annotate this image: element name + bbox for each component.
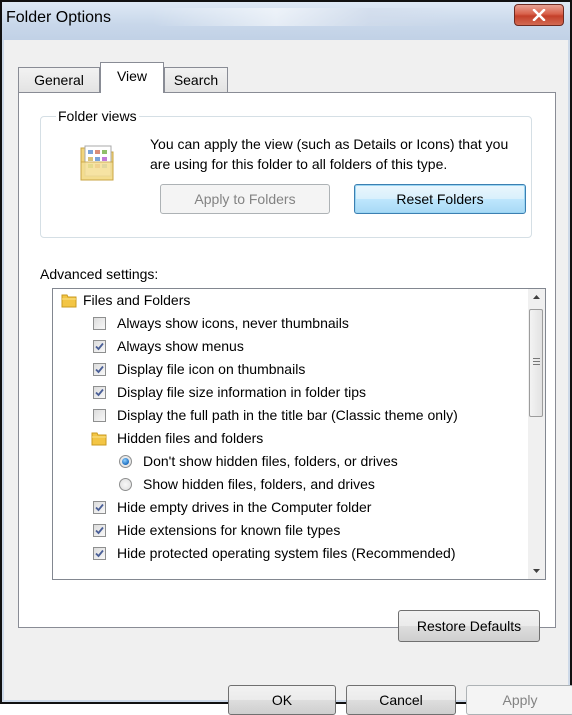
checkbox-display-file-icon[interactable]	[93, 363, 106, 376]
tab-general[interactable]: General	[18, 67, 100, 92]
checkmark-icon	[95, 549, 104, 558]
title-bar-glass	[152, 8, 462, 26]
scroll-down-arrow-icon[interactable]	[528, 562, 545, 579]
apply-to-folders-button[interactable]: Apply to Folders	[160, 184, 330, 214]
tab-search-label: Search	[173, 72, 219, 88]
apply-button[interactable]: Apply	[466, 685, 572, 715]
restore-defaults-button[interactable]: Restore Defaults	[398, 610, 540, 642]
cancel-button[interactable]: Cancel	[346, 685, 456, 715]
tab-view-label: View	[116, 68, 148, 84]
advanced-settings-label: Advanced settings:	[40, 266, 159, 282]
tab-view[interactable]: View	[100, 62, 164, 93]
checkmark-icon	[95, 342, 104, 351]
tab-general-label: General	[34, 72, 84, 88]
scrollbar-grip-icon	[533, 358, 540, 367]
checkmark-icon	[95, 503, 104, 512]
dialog-body: General View Search Folder views You can…	[4, 40, 572, 715]
checkbox-always-show-icons[interactable]	[93, 317, 106, 330]
checkbox-display-full-path[interactable]	[93, 409, 106, 422]
checkbox-hide-extensions[interactable]	[93, 524, 106, 537]
radio-show-hidden[interactable]	[119, 478, 132, 491]
checkbox-display-file-size[interactable]	[93, 386, 106, 399]
folder-view-icon	[80, 145, 114, 181]
folder-icon	[91, 432, 107, 446]
close-icon	[532, 9, 546, 21]
scroll-up-arrow-icon[interactable]	[528, 289, 545, 306]
reset-folders-button[interactable]: Reset Folders	[354, 184, 526, 214]
checkbox-always-show-menus[interactable]	[93, 340, 106, 353]
folder-views-description: You can apply the view (such as Details …	[150, 136, 509, 172]
checkmark-icon	[95, 365, 104, 374]
folder-views-label: Folder views	[56, 108, 139, 124]
scrollbar-thumb[interactable]	[529, 309, 543, 417]
checkmark-icon	[95, 526, 104, 535]
tab-search[interactable]: Search	[164, 67, 228, 92]
vertical-scrollbar[interactable]	[528, 289, 545, 579]
radio-dont-show-hidden[interactable]	[119, 455, 132, 468]
close-button[interactable]	[514, 4, 564, 26]
folder-options-window: Folder Options General View Search Folde…	[0, 0, 572, 715]
checkbox-hide-empty-drives[interactable]	[93, 501, 106, 514]
checkbox-hide-protected-files[interactable]	[93, 547, 106, 560]
title-bar[interactable]: Folder Options	[2, 2, 570, 40]
advanced-settings-list[interactable]: Files and Folders Always show icons, nev…	[52, 288, 546, 580]
folder-icon	[61, 294, 77, 308]
window-title: Folder Options	[6, 9, 111, 26]
checkmark-icon	[95, 388, 104, 397]
ok-button[interactable]: OK	[228, 685, 336, 715]
